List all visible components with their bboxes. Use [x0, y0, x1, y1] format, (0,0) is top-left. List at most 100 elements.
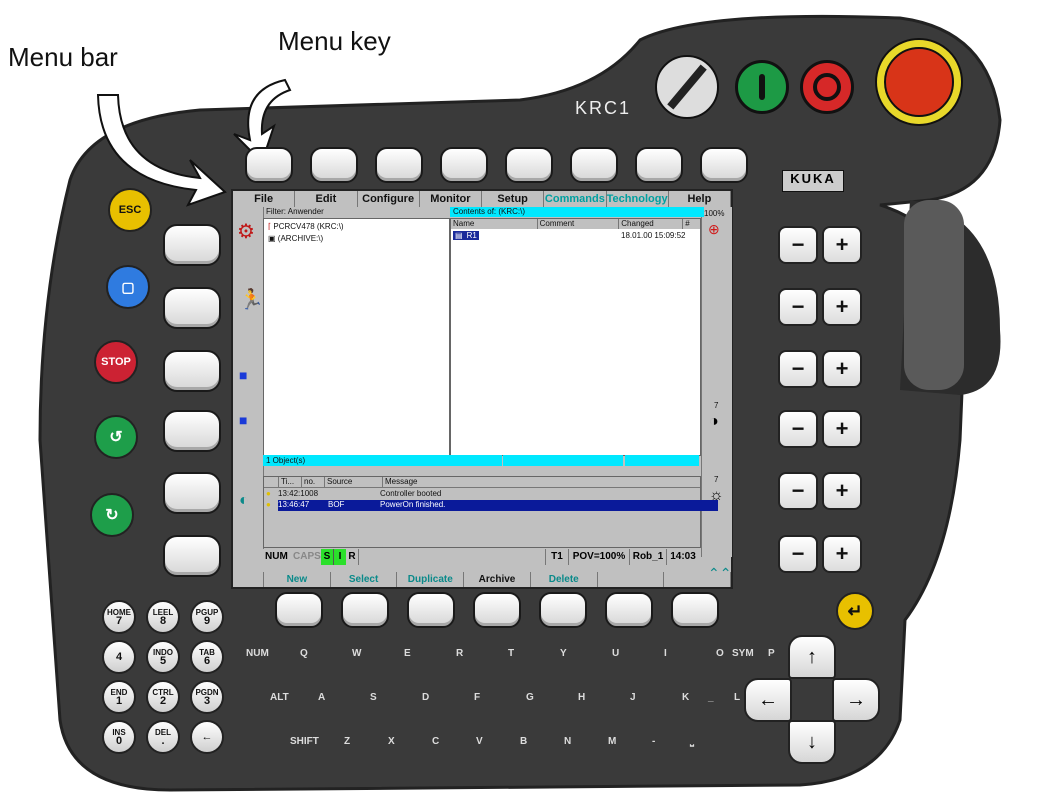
- axis-5-minus-button[interactable]: −: [778, 472, 818, 510]
- axis-5-plus-button[interactable]: +: [822, 472, 862, 510]
- key-z[interactable]: Z: [344, 736, 350, 747]
- bottom-softkey-1[interactable]: [275, 592, 323, 628]
- menu-key-1[interactable]: [245, 147, 293, 183]
- softkey-select[interactable]: Select: [331, 572, 398, 587]
- axis-4-plus-button[interactable]: +: [822, 410, 862, 448]
- menu-key-8[interactable]: [700, 147, 748, 183]
- bottom-softkey-6[interactable]: [605, 592, 653, 628]
- key-minus[interactable]: -: [652, 736, 655, 747]
- key-shift[interactable]: SHIFT: [290, 736, 319, 747]
- key-r[interactable]: R: [456, 648, 463, 659]
- key-o[interactable]: O: [716, 648, 724, 659]
- axis-2-plus-button[interactable]: +: [822, 288, 862, 326]
- tree-item-krc[interactable]: ⌈ PCRCV478 (KRC:\): [268, 222, 344, 231]
- arrow-down-button[interactable]: ↓: [788, 720, 836, 764]
- menu-configure[interactable]: Configure: [358, 191, 420, 207]
- window-select-button[interactable]: ▢: [106, 265, 150, 309]
- key-num[interactable]: NUM: [246, 648, 269, 659]
- key-f[interactable]: F: [474, 692, 480, 703]
- menu-file[interactable]: File: [233, 191, 296, 207]
- axis-1-minus-button[interactable]: −: [778, 226, 818, 264]
- key-g[interactable]: G: [526, 692, 534, 703]
- arrow-up-button[interactable]: ↑: [788, 635, 836, 679]
- key-e[interactable]: E: [404, 648, 411, 659]
- arrow-left-button[interactable]: ←: [744, 678, 792, 722]
- axis-3-plus-button[interactable]: +: [822, 350, 862, 388]
- menu-key-3[interactable]: [375, 147, 423, 183]
- key-d[interactable]: D: [422, 692, 429, 703]
- numpad-5[interactable]: INDO 5: [146, 640, 180, 674]
- menu-key-4[interactable]: [440, 147, 488, 183]
- bottom-softkey-5[interactable]: [539, 592, 587, 628]
- key-space[interactable]: ⎵: [690, 736, 694, 747]
- softkey-archive[interactable]: Archive: [464, 572, 531, 587]
- emergency-stop-button[interactable]: [875, 38, 963, 126]
- start-forward-button[interactable]: ↻: [90, 493, 134, 537]
- numpad-dot[interactable]: DEL.: [146, 720, 180, 754]
- numpad-3[interactable]: PGDN 3: [190, 680, 224, 714]
- key-m[interactable]: M: [608, 736, 616, 747]
- mode-key-switch[interactable]: [655, 55, 719, 119]
- col-name[interactable]: Name: [451, 219, 538, 229]
- drives-on-button[interactable]: [735, 60, 789, 114]
- numpad-9[interactable]: PGUP 9: [190, 600, 224, 634]
- numpad-backspace[interactable]: ←: [190, 720, 224, 754]
- key-c[interactable]: C: [432, 736, 439, 747]
- status-key-4[interactable]: [163, 410, 221, 452]
- menu-commands[interactable]: Commands: [544, 191, 607, 207]
- directory-tree[interactable]: ⌈ PCRCV478 (KRC:\) ▣ (ARCHIVE:\): [263, 218, 450, 456]
- menu-help[interactable]: Help: [669, 191, 731, 207]
- softkey-6[interactable]: [598, 572, 665, 587]
- file-list[interactable]: Name Comment Changed # ▤ R1 18.01.00 15:0…: [450, 218, 701, 456]
- esc-button[interactable]: ESC: [108, 188, 152, 232]
- key-y[interactable]: Y: [560, 648, 567, 659]
- status-key-3[interactable]: [163, 350, 221, 392]
- softkey-delete[interactable]: Delete: [531, 572, 598, 587]
- axis-4-minus-button[interactable]: −: [778, 410, 818, 448]
- key-p[interactable]: P: [768, 648, 775, 659]
- status-key-6[interactable]: [163, 535, 221, 577]
- status-key-5[interactable]: [163, 472, 221, 514]
- softkey-duplicate[interactable]: Duplicate: [397, 572, 465, 587]
- numpad-6[interactable]: TAB 6: [190, 640, 224, 674]
- numpad-1[interactable]: END 1: [102, 680, 136, 714]
- key-s[interactable]: S: [370, 692, 377, 703]
- menu-key-7[interactable]: [635, 147, 683, 183]
- key-underscore[interactable]: _: [708, 692, 714, 703]
- axis-3-minus-button[interactable]: −: [778, 350, 818, 388]
- numpad-7[interactable]: HOME 7: [102, 600, 136, 634]
- bottom-softkey-4[interactable]: [473, 592, 521, 628]
- axis-2-minus-button[interactable]: −: [778, 288, 818, 326]
- file-row-r1[interactable]: ▤ R1: [453, 231, 479, 240]
- numpad-2[interactable]: CTRL 2: [146, 680, 180, 714]
- menu-setup[interactable]: Setup: [482, 191, 545, 207]
- col-number[interactable]: #: [683, 219, 700, 229]
- key-a[interactable]: A: [318, 692, 325, 703]
- message-row-2[interactable]: ● 13:46:47 BOF PowerOn finished.: [266, 500, 718, 511]
- start-backward-button[interactable]: ↺: [94, 415, 138, 459]
- numpad-8[interactable]: LEEL 8: [146, 600, 180, 634]
- numpad-4[interactable]: 4: [102, 640, 136, 674]
- bottom-softkey-2[interactable]: [341, 592, 389, 628]
- key-b[interactable]: B: [520, 736, 527, 747]
- numpad-0[interactable]: INS 0: [102, 720, 136, 754]
- col-changed[interactable]: Changed: [619, 219, 684, 229]
- softkey-7[interactable]: [664, 572, 732, 587]
- tree-item-archive[interactable]: ▣ (ARCHIVE:\): [268, 234, 323, 243]
- drives-off-button[interactable]: [800, 60, 854, 114]
- key-j[interactable]: J: [630, 692, 636, 703]
- menu-edit[interactable]: Edit: [295, 191, 358, 207]
- status-key-1[interactable]: [163, 224, 221, 266]
- key-l[interactable]: L: [734, 692, 740, 703]
- bottom-softkey-7[interactable]: [671, 592, 719, 628]
- col-comment[interactable]: Comment: [538, 219, 620, 229]
- arrow-right-button[interactable]: →: [832, 678, 880, 722]
- menu-key-2[interactable]: [310, 147, 358, 183]
- key-t[interactable]: T: [508, 648, 514, 659]
- status-key-2[interactable]: [163, 287, 221, 329]
- key-alt[interactable]: ALT: [270, 692, 289, 703]
- enter-button[interactable]: ↵: [836, 592, 874, 630]
- key-u[interactable]: U: [612, 648, 619, 659]
- key-h[interactable]: H: [578, 692, 585, 703]
- key-n[interactable]: N: [564, 736, 571, 747]
